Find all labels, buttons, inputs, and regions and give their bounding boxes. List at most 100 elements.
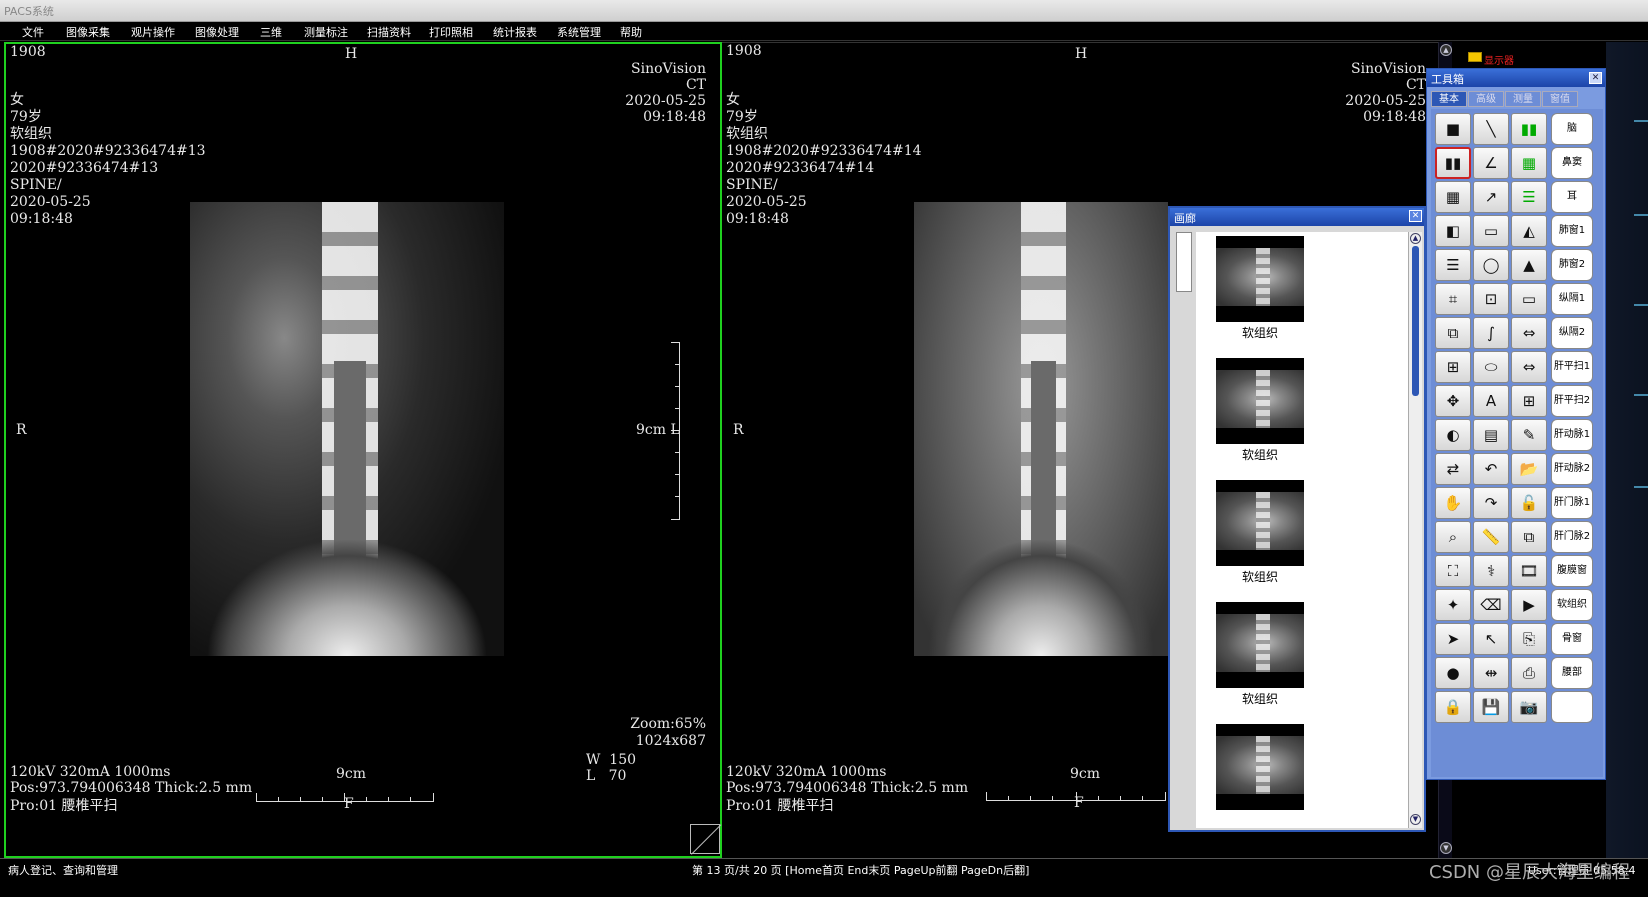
sync-icon[interactable]: ⇔ xyxy=(1511,317,1547,349)
export-icon[interactable]: ⎘ xyxy=(1511,623,1547,655)
preset-liver-plain1[interactable]: 肝平扫1 xyxy=(1551,351,1593,383)
folder-icon[interactable] xyxy=(1468,52,1482,62)
print-icon[interactable]: ⎙ xyxy=(1511,657,1547,689)
menu-view-ops[interactable]: 观片操作 xyxy=(131,24,175,40)
thumbnail[interactable]: 软组织 xyxy=(1216,358,1304,463)
preset-empty[interactable] xyxy=(1551,691,1593,723)
copy-icon[interactable]: ⧉ xyxy=(1511,521,1547,553)
angle-icon[interactable]: ∠ xyxy=(1473,147,1509,179)
preset-lumbar[interactable]: 腰部 xyxy=(1551,657,1593,689)
preset-liver-artery1[interactable]: 肝动脉1 xyxy=(1551,419,1593,451)
preset-liver-plain2[interactable]: 肝平扫2 xyxy=(1551,385,1593,417)
undo-icon[interactable]: ↶ xyxy=(1473,453,1509,485)
crop-icon[interactable]: ⌗ xyxy=(1435,283,1471,315)
pan-target-icon[interactable]: ✥ xyxy=(1435,385,1471,417)
select-icon[interactable]: ↖ xyxy=(1473,623,1509,655)
scroll-thumb[interactable] xyxy=(1412,246,1419,396)
split-icon[interactable]: ⇹ xyxy=(1473,657,1509,689)
menu-system[interactable]: 系统管理 xyxy=(557,24,601,40)
flip-icon[interactable]: ⇄ xyxy=(1435,453,1471,485)
histogram-icon[interactable]: ▲ xyxy=(1511,249,1547,281)
close-icon[interactable]: ✕ xyxy=(1409,210,1422,222)
scroll-up-icon[interactable]: ▲ xyxy=(1410,233,1421,244)
gallery-scrollbar[interactable]: ▲ ▼ xyxy=(1408,232,1422,828)
ct-image[interactable] xyxy=(914,202,1168,656)
annotate-icon[interactable]: ✎ xyxy=(1511,419,1547,451)
menu-stats[interactable]: 统计报表 xyxy=(493,24,537,40)
transform-icon[interactable]: ⧉ xyxy=(1435,317,1471,349)
preset-soft-tissue[interactable]: 软组织 xyxy=(1551,589,1593,621)
preset-bone[interactable]: 骨窗 xyxy=(1551,623,1593,655)
film-icon[interactable]: 🎞 xyxy=(1511,555,1547,587)
wand-icon[interactable]: ⚕ xyxy=(1473,555,1509,587)
compare-icon[interactable]: ◧ xyxy=(1435,215,1471,247)
text-icon[interactable]: A xyxy=(1473,385,1509,417)
roi-icon[interactable]: ⊡ xyxy=(1473,283,1509,315)
grid-measure-icon[interactable]: ⊞ xyxy=(1511,385,1547,417)
redo-icon[interactable]: ↷ xyxy=(1473,487,1509,519)
preset-portal2[interactable]: 肝门脉2 xyxy=(1551,521,1593,553)
eraser-icon[interactable]: ⌫ xyxy=(1473,589,1509,621)
magic-icon[interactable]: ✦ xyxy=(1435,589,1471,621)
lock-icon[interactable]: 🔒 xyxy=(1435,691,1471,723)
freehand-icon[interactable]: ⬭ xyxy=(1473,351,1509,383)
preset-peritoneum[interactable]: 腹膜窗 xyxy=(1551,555,1593,587)
preset-liver-artery2[interactable]: 肝动脉2 xyxy=(1551,453,1593,485)
curve-icon[interactable]: ∫ xyxy=(1473,317,1509,349)
scroll-down-icon[interactable]: ▼ xyxy=(1440,842,1452,854)
ellipse-icon[interactable]: ◯ xyxy=(1473,249,1509,281)
menu-print[interactable]: 打印照相 xyxy=(429,24,473,40)
menu-scan-data[interactable]: 扫描资料 xyxy=(367,24,411,40)
resize-corner[interactable] xyxy=(690,824,720,854)
preset-lung2[interactable]: 肺窗2 xyxy=(1551,249,1593,281)
thumbnail[interactable]: 软组织 xyxy=(1216,480,1304,585)
layout-split-h-icon[interactable]: ☰ xyxy=(1511,181,1547,213)
rectangle-icon[interactable]: ▭ xyxy=(1473,215,1509,247)
preset-brain[interactable]: 脑 xyxy=(1551,113,1593,145)
preset-mediastinum2[interactable]: 纵隔2 xyxy=(1551,317,1593,349)
invert-icon[interactable]: ◐ xyxy=(1435,419,1471,451)
open-folder-icon[interactable]: 📂 xyxy=(1511,453,1547,485)
close-icon[interactable]: ✕ xyxy=(1589,72,1602,84)
link-icon[interactable]: ⊞ xyxy=(1435,351,1471,383)
layout-split-v-icon[interactable]: ▮▮ xyxy=(1511,113,1547,145)
hand-icon[interactable]: ✋ xyxy=(1435,487,1471,519)
preset-mediastinum1[interactable]: 纵隔1 xyxy=(1551,283,1593,315)
play-icon[interactable]: ▶ xyxy=(1511,589,1547,621)
ct-image[interactable] xyxy=(190,202,504,656)
layout-2x2-icon[interactable]: ▦ xyxy=(1435,181,1471,213)
tab-advanced[interactable]: 高级 xyxy=(1468,91,1504,107)
thumbnail[interactable]: 软组织 xyxy=(1216,236,1304,341)
gradient-icon[interactable]: ◭ xyxy=(1511,215,1547,247)
preset-sinus[interactable]: 鼻窦 xyxy=(1551,147,1593,179)
menu-image-capture[interactable]: 图像采集 xyxy=(66,24,110,40)
frame-icon[interactable]: ▭ xyxy=(1511,283,1547,315)
ruler-icon[interactable]: 📏 xyxy=(1473,521,1509,553)
menu-image-processing[interactable]: 图像处理 xyxy=(195,24,239,40)
pointer-icon[interactable]: ➤ xyxy=(1435,623,1471,655)
scroll-down-icon[interactable]: ▼ xyxy=(1410,814,1421,825)
tab-measure[interactable]: 测量 xyxy=(1505,91,1541,107)
save-icon[interactable]: 💾 xyxy=(1473,691,1509,723)
gallery-side-tab[interactable] xyxy=(1176,232,1192,292)
scroll-up-icon[interactable]: ▲ xyxy=(1440,44,1452,56)
menu-help[interactable]: 帮助 xyxy=(620,24,642,40)
stack-icon[interactable]: ☰ xyxy=(1435,249,1471,281)
tab-window[interactable]: 窗值 xyxy=(1542,91,1578,107)
menu-measure[interactable]: 测量标注 xyxy=(304,24,348,40)
thumbnail[interactable] xyxy=(1216,724,1304,810)
tab-basic[interactable]: 基本 xyxy=(1431,91,1467,107)
layout-1x1-icon[interactable]: ■ xyxy=(1435,113,1471,145)
color-icon[interactable]: ▤ xyxy=(1473,419,1509,451)
arrow-icon[interactable]: ↗ xyxy=(1473,181,1509,213)
zoom-icon[interactable]: ⌕ xyxy=(1435,521,1471,553)
preset-lung1[interactable]: 肺窗1 xyxy=(1551,215,1593,247)
preset-portal1[interactable]: 肝门脉1 xyxy=(1551,487,1593,519)
line-icon[interactable]: ╲ xyxy=(1473,113,1509,145)
menu-file[interactable]: 文件 xyxy=(22,24,44,40)
menu-3d[interactable]: 三维 xyxy=(260,24,282,40)
layout-grid-icon[interactable]: ▦ xyxy=(1511,147,1547,179)
layout-1x2-icon[interactable]: ▮▮ xyxy=(1435,147,1471,179)
measure-link-icon[interactable]: ⇔ xyxy=(1511,351,1547,383)
fit-icon[interactable]: ⛶ xyxy=(1435,555,1471,587)
